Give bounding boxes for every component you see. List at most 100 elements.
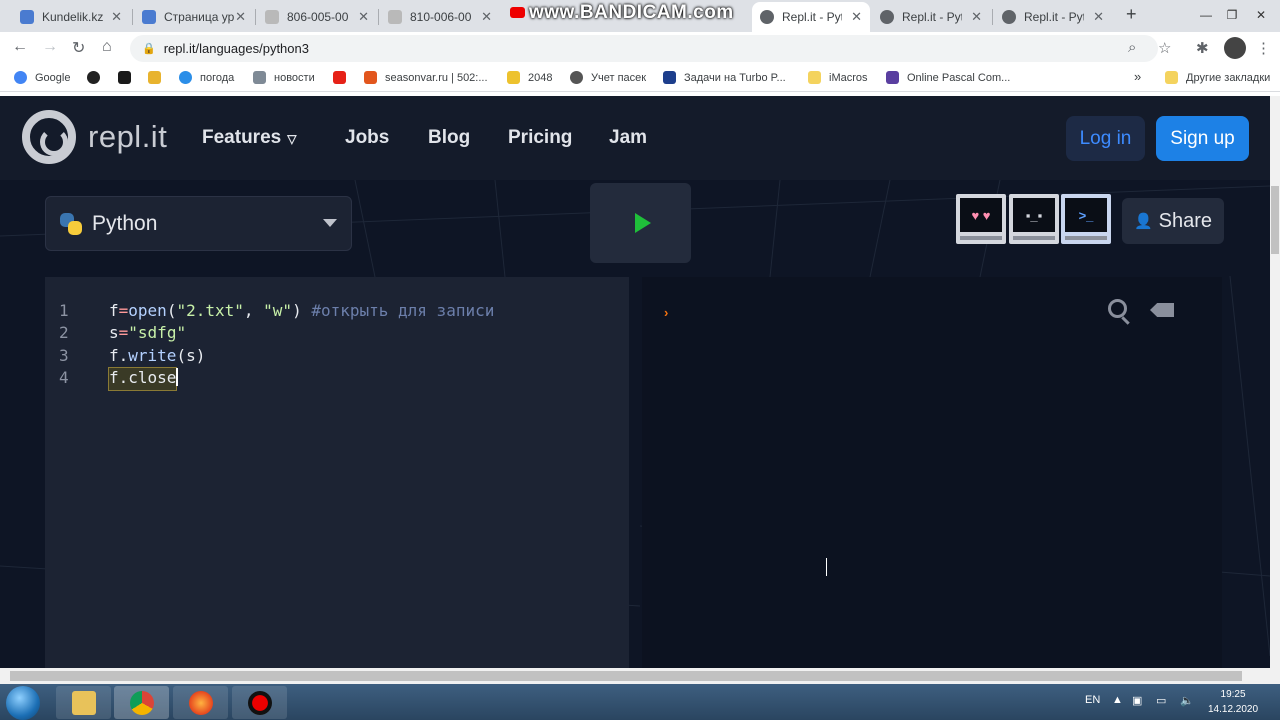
browser-tab-active[interactable]: Repl.it - Pyth ✕ xyxy=(752,2,870,32)
signup-button[interactable]: Sign up xyxy=(1156,116,1249,161)
bookmark-item[interactable] xyxy=(148,71,169,84)
taskbar-chrome[interactable] xyxy=(114,686,169,719)
line-number: 2 xyxy=(59,323,69,342)
horizontal-scrollbar[interactable] xyxy=(0,668,1280,684)
browser-tab[interactable]: Repl.it - Pyth ✕ xyxy=(994,2,1112,32)
bookmark-news[interactable]: новости xyxy=(253,71,315,84)
bookmark-turbo-pascal[interactable]: Задачи на Turbo P... xyxy=(663,71,786,84)
bookmark-weather[interactable]: погода xyxy=(179,71,234,84)
tab-close-icon[interactable]: ✕ xyxy=(1093,9,1104,25)
taskbar-firefox[interactable] xyxy=(173,686,228,719)
nav-blog[interactable]: Blog xyxy=(428,127,470,149)
nav-jobs[interactable]: Jobs xyxy=(345,127,389,149)
minimize-icon[interactable]: — xyxy=(1193,0,1219,30)
search-icon[interactable] xyxy=(1108,299,1127,318)
zoom-icon[interactable]: ⌕ xyxy=(1128,39,1136,56)
scrollbar-thumb[interactable] xyxy=(1271,186,1279,254)
mascot-neutral[interactable]: ▪_▪ xyxy=(1009,194,1059,244)
vertical-scrollbar[interactable] xyxy=(1270,96,1280,668)
tab-close-icon[interactable]: ✕ xyxy=(235,9,246,25)
run-button[interactable] xyxy=(590,183,691,263)
code-editor[interactable]: 1 f=open("2.txt", "w") #открыть для запи… xyxy=(45,277,629,668)
bookmark-seasonvar[interactable]: seasonvar.ru | 502:... xyxy=(364,71,488,84)
lock-icon: 🔒 xyxy=(142,43,156,55)
folder-icon xyxy=(808,71,821,84)
seasonvar-icon xyxy=(364,71,377,84)
tab-close-icon[interactable]: ✕ xyxy=(971,9,982,25)
bookmarks-overflow-chevron[interactable]: » xyxy=(1134,69,1141,84)
bookmark-google[interactable]: Google xyxy=(14,71,70,84)
power-icon[interactable]: ▭ xyxy=(1156,694,1166,707)
mascot-terminal[interactable]: >_ xyxy=(1061,194,1111,244)
ru-icon xyxy=(663,71,676,84)
youtube-icon xyxy=(333,71,346,84)
browser-tab[interactable]: Страница ур ✕ xyxy=(134,2,254,32)
browser-tab[interactable]: 806-005-00 ✕ xyxy=(257,2,377,32)
bookmark-item[interactable] xyxy=(333,71,354,84)
line-number: 3 xyxy=(59,346,69,365)
mascot-love[interactable]: ♥ ♥ xyxy=(956,194,1006,244)
tab-title: Repl.it - Pyth xyxy=(902,10,962,24)
lightning-icon xyxy=(886,71,899,84)
bookmark-imacros[interactable]: iMacros xyxy=(808,71,868,84)
address-bar[interactable]: 🔒 repl.it/languages/python3 xyxy=(130,35,1158,62)
reload-icon[interactable]: ↻ xyxy=(72,38,85,58)
terminal-face-icon: >_ xyxy=(1065,198,1107,232)
bookmark-item[interactable] xyxy=(87,71,108,84)
code-text: f.write(s) xyxy=(109,346,206,365)
browser-tab[interactable]: Kundelik.kz ✕ xyxy=(12,2,130,32)
scrollbar-thumb[interactable] xyxy=(10,671,1242,681)
neutral-face-icon: ▪_▪ xyxy=(1013,198,1055,232)
home-icon[interactable]: ⌂ xyxy=(102,38,112,56)
share-button[interactable]: 👤 Share xyxy=(1122,198,1224,244)
tab-close-icon[interactable]: ✕ xyxy=(851,9,862,25)
nav-jam[interactable]: Jam xyxy=(609,127,647,149)
windows-taskbar: EN ▲ ▣ ▭ 🔈 19:25 14.12.2020 xyxy=(0,684,1280,720)
bookmark-star-icon[interactable]: ☆ xyxy=(1158,39,1171,57)
tab-title: 810-006-00 xyxy=(410,10,472,24)
start-button[interactable] xyxy=(6,686,40,720)
new-tab-icon[interactable]: + xyxy=(1126,4,1137,25)
browser-tab[interactable]: Repl.it - Pyth ✕ xyxy=(872,2,990,32)
mouse-ibeam-cursor-icon xyxy=(826,558,834,576)
profile-avatar[interactable] xyxy=(1224,37,1246,59)
network-icon[interactable]: ▣ xyxy=(1132,694,1142,707)
mask-icon xyxy=(87,71,100,84)
menu-kebab-icon[interactable]: ⋮ xyxy=(1256,39,1271,57)
heart-eyes-icon: ♥ ♥ xyxy=(960,198,1002,232)
language-selector[interactable]: Python xyxy=(45,196,352,251)
window-close-icon[interactable]: ✕ xyxy=(1248,0,1274,30)
tab-separator xyxy=(992,9,993,25)
stack-icon xyxy=(148,71,161,84)
nav-features[interactable]: Features ▽ xyxy=(202,127,296,149)
code-text: f=open("2.txt", "w") #открыть для записи xyxy=(109,301,495,320)
clear-console-icon[interactable] xyxy=(1150,303,1174,317)
tab-close-icon[interactable]: ✕ xyxy=(481,9,492,25)
tab-close-icon[interactable]: ✕ xyxy=(111,9,122,25)
browser-tab[interactable]: 810-006-00 ✕ xyxy=(380,2,500,32)
tab-close-icon[interactable]: ✕ xyxy=(358,9,369,25)
bookmarks-bar: Google погода новости seasonvar.ru | 502… xyxy=(0,64,1280,92)
replit-logo[interactable]: repl.it xyxy=(22,110,167,164)
login-button[interactable]: Log in xyxy=(1066,116,1145,161)
other-bookmarks-folder[interactable]: Другие закладки xyxy=(1165,71,1270,84)
keyboard-language[interactable]: EN xyxy=(1085,694,1100,706)
bookmark-beekeeping[interactable]: Учет пасек xyxy=(570,71,646,84)
code-text: s="sdfg" xyxy=(109,323,187,342)
browser-tab-strip: Kundelik.kz ✕ Страница ур ✕ 806-005-00 ✕… xyxy=(0,0,1280,32)
extensions-puzzle-icon[interactable]: ✱ xyxy=(1196,39,1209,57)
bookmark-2048[interactable]: 2048 xyxy=(507,71,552,84)
restore-icon[interactable]: ❐ xyxy=(1219,0,1245,30)
forward-arrow-icon[interactable]: → xyxy=(42,38,58,56)
bookmark-online-pascal[interactable]: Online Pascal Com... xyxy=(886,71,1010,84)
volume-icon[interactable]: 🔈 xyxy=(1180,694,1194,707)
bookmark-item[interactable] xyxy=(118,71,139,84)
nav-pricing[interactable]: Pricing xyxy=(508,127,572,149)
back-arrow-icon[interactable]: ← xyxy=(12,38,28,56)
tray-expand-icon[interactable]: ▲ xyxy=(1112,694,1123,706)
kundelik-favicon-icon xyxy=(20,10,34,24)
taskbar-explorer[interactable] xyxy=(56,686,111,719)
system-clock[interactable]: 19:25 14.12.2020 xyxy=(1208,687,1258,717)
console-panel[interactable]: › xyxy=(642,277,1222,668)
taskbar-bandicam[interactable] xyxy=(232,686,287,719)
